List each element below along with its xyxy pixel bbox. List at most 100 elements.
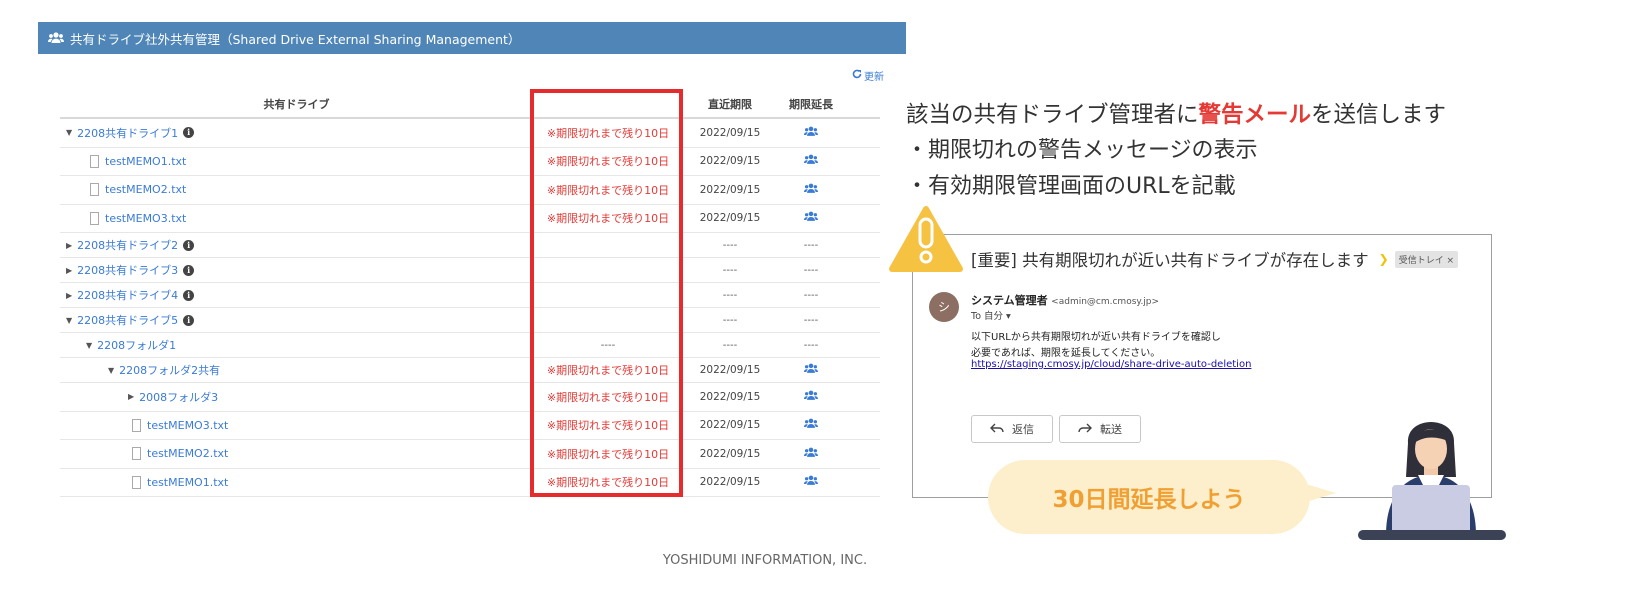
row-name: 2208フォルダ2共有: [119, 364, 221, 377]
forward-label: 転送: [1100, 423, 1122, 436]
heading-text: 該当の共有ドライブ管理者に: [906, 102, 1199, 128]
email-link[interactable]: https://staging.cmosy.jp/cloud/share-dri…: [971, 359, 1251, 370]
explain-bullets: ・期限切れの警告メッセージの表示 ・有効期限管理画面のURLを記載: [906, 133, 1258, 205]
extend-button[interactable]: [782, 383, 840, 411]
info-icon[interactable]: i: [183, 239, 195, 251]
email-subject-line: [重要] 共有期限切れが近い共有ドライブが存在します ❯ 受信トレイ ×: [971, 247, 1459, 271]
extend-button[interactable]: [782, 119, 840, 147]
bullet-item: ・有効期限管理画面のURLを記載: [906, 174, 1236, 199]
extend-button[interactable]: [782, 205, 840, 233]
row-name: testMEMO3.txt: [147, 418, 229, 432]
users-icon: [48, 32, 64, 44]
folder-link[interactable]: ▶ 2208共有ドライブ2 i: [66, 233, 195, 257]
extend-cell: ----: [803, 264, 819, 276]
table-row: ▶ 2208共有ドライブ3 i ---- ----: [60, 258, 880, 283]
deadline-cell: 2022/09/15: [699, 390, 761, 403]
table-row: ▶ 2208共有ドライブ4 i ---- ----: [60, 283, 880, 308]
file-link[interactable]: testMEMO3.txt: [90, 205, 186, 233]
deadline-cell: 2022/09/15: [699, 155, 761, 168]
file-icon: [90, 211, 99, 225]
table-row: testMEMO1.txt ※期限切れまで残り10日 2022/09/15: [60, 469, 880, 497]
sender-name: システム管理者: [971, 294, 1048, 307]
deadline-cell: 2022/09/15: [699, 364, 761, 376]
row-name: testMEMO2.txt: [105, 183, 187, 197]
reply-button[interactable]: 返信: [971, 415, 1053, 443]
expand-icon[interactable]: ▶: [128, 392, 134, 401]
deadline-cell: ----: [722, 264, 738, 276]
file-link[interactable]: testMEMO2.txt: [132, 440, 228, 468]
users-icon: [804, 126, 818, 140]
folder-link[interactable]: ▼ 2208共有ドライブ1 i: [66, 119, 195, 147]
expand-icon[interactable]: ▶: [66, 241, 72, 250]
file-link[interactable]: testMEMO2.txt: [90, 176, 186, 204]
table-row: ▼ 2208フォルダ2共有 ※期限切れまで残り10日 2022/09/15: [60, 358, 880, 383]
deadline-cell: 2022/09/15: [699, 447, 761, 460]
file-link[interactable]: testMEMO1.txt: [90, 148, 186, 176]
collapse-icon[interactable]: ▼: [66, 128, 72, 137]
file-link[interactable]: testMEMO3.txt: [132, 412, 228, 440]
drive-table: 共有ドライブ 直近期限 期限延長 ▼ 2208共有ドライブ1 i ※期限切れまで残り1…: [60, 86, 880, 497]
deadline-cell: ----: [722, 339, 738, 351]
extend-cell: ----: [803, 314, 819, 326]
file-icon: [90, 154, 99, 168]
heading-highlight: 警告メール: [1198, 102, 1312, 128]
extend-cell: ----: [803, 239, 819, 251]
row-name: 2208共有ドライブ3: [77, 264, 179, 277]
info-icon[interactable]: i: [183, 289, 195, 301]
forward-button[interactable]: 転送: [1059, 415, 1141, 443]
folder-link[interactable]: ▶ 2208共有ドライブ3 i: [66, 258, 195, 282]
extend-button[interactable]: [782, 440, 840, 468]
extend-button[interactable]: [782, 412, 840, 440]
explain-heading: 該当の共有ドライブ管理者に警告メールを送信します: [906, 97, 1446, 133]
info-icon[interactable]: i: [183, 127, 195, 139]
extend-button[interactable]: [782, 176, 840, 204]
folder-link[interactable]: ▶ 2008フォルダ3: [128, 383, 218, 411]
deadline-cell: 2022/09/15: [699, 476, 761, 489]
table-row: ▼ 2208共有ドライブ1 i ※期限切れまで残り10日 2022/09/15: [60, 119, 880, 148]
collapse-icon[interactable]: ▼: [66, 316, 72, 325]
refresh-button[interactable]: 更新: [852, 68, 884, 83]
row-name: testMEMO2.txt: [147, 447, 229, 461]
extend-button[interactable]: [782, 148, 840, 176]
deadline-cell: 2022/09/15: [699, 419, 761, 432]
row-name: testMEMO1.txt: [105, 154, 187, 168]
panel-title: 共有ドライブ社外共有管理（Shared Drive External Shari…: [70, 31, 521, 47]
users-icon: [804, 475, 818, 489]
folder-link[interactable]: ▶ 2208共有ドライブ4 i: [66, 283, 195, 307]
row-name: 2208共有ドライブ1: [77, 126, 179, 140]
info-icon[interactable]: i: [183, 314, 195, 326]
file-link[interactable]: testMEMO1.txt: [132, 469, 228, 497]
bullet-item: ・期限切れの警告メッセージの表示: [906, 138, 1258, 163]
collapse-icon[interactable]: ▼: [86, 341, 92, 350]
collapse-icon[interactable]: ▼: [108, 366, 114, 375]
refresh-label: 更新: [864, 72, 884, 83]
deadline-cell: 2022/09/15: [699, 126, 761, 139]
expand-icon[interactable]: ▶: [66, 266, 72, 275]
deadline-cell: ----: [722, 289, 738, 301]
info-icon[interactable]: i: [183, 264, 195, 276]
deadline-cell: ----: [722, 239, 738, 251]
users-icon: [804, 211, 818, 225]
file-icon: [132, 475, 141, 489]
extend-button[interactable]: [782, 358, 840, 382]
folder-link[interactable]: ▼ 2208共有ドライブ5 i: [66, 308, 195, 332]
extend-button[interactable]: [782, 469, 840, 497]
importance-marker-icon: ❯: [1378, 252, 1389, 266]
forward-icon: [1078, 423, 1092, 436]
users-icon: [804, 183, 818, 197]
table-header: 共有ドライブ 直近期限 期限延長: [60, 86, 880, 119]
folder-link[interactable]: ▼ 2208フォルダ1: [86, 333, 176, 357]
sender-address: <admin@cm.cmosy.jp>: [1051, 297, 1160, 307]
extend-cell: ----: [803, 289, 819, 301]
expand-icon[interactable]: ▶: [66, 291, 72, 300]
table-row: testMEMO3.txt ※期限切れまで残り10日 2022/09/15: [60, 205, 880, 233]
inbox-label[interactable]: 受信トレイ ×: [1394, 250, 1459, 268]
speech-bubble-tail: [1306, 484, 1336, 502]
folder-link[interactable]: ▼ 2208フォルダ2共有: [108, 358, 220, 382]
row-name: 2208共有ドライブ5: [77, 314, 179, 327]
table-row: testMEMO2.txt ※期限切れまで残り10日 2022/09/15: [60, 176, 880, 205]
recipient-toggle[interactable]: To 自分 ▾: [971, 308, 1011, 322]
table-row: ▶ 2008フォルダ3 ※期限切れまで残り10日 2022/09/15: [60, 383, 880, 412]
email-subject: [重要] 共有期限切れが近い共有ドライブが存在します: [971, 251, 1369, 270]
admin-person-illustration: [1356, 405, 1506, 545]
